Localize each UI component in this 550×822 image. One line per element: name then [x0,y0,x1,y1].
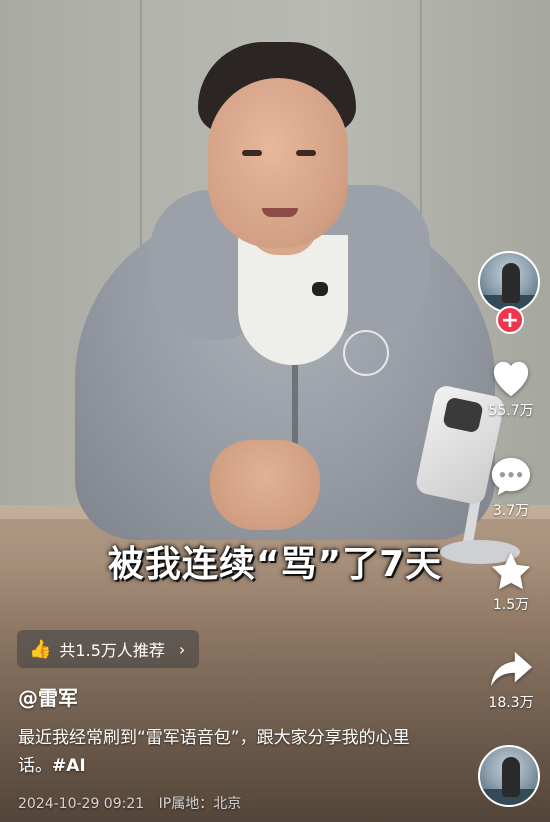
share-arrow-icon [490,651,532,687]
hoodie-logo [343,330,389,376]
chevron-right-icon: › [178,639,186,659]
follow-button[interactable]: + [496,306,524,334]
heart-icon [493,361,529,397]
person-hands [210,440,320,530]
post-meta: 2024-10-29 09:21 IP属地：北京 [18,793,251,813]
star-icon [491,552,531,590]
comment-button[interactable]: 3.7万 [478,454,544,520]
hashtag-link[interactable]: #AI [52,756,86,776]
author-name[interactable]: @雷军 [18,682,78,711]
favorite-count: 1.5万 [492,597,530,613]
favorite-button[interactable]: 1.5万 [478,550,544,614]
video-caption: 被我连续“骂”了7天 [107,544,443,585]
person-face [208,78,348,248]
post-description: 最近我经常刷到“雷军语音包”，跟大家分享我的心里话。#AI [18,724,418,780]
like-button[interactable]: 55.7万 [478,356,544,420]
recommend-label: 共1.5万人推荐 [59,641,165,660]
share-button[interactable]: 18.3万 [478,648,544,712]
author-avatar[interactable] [478,251,540,313]
video-frame[interactable] [0,0,550,822]
recommend-pill[interactable]: 👍 共1.5万人推荐 › [17,630,200,668]
comment-count: 3.7万 [492,503,530,519]
post-timestamp: 2024-10-29 09:21 [18,796,145,812]
like-count: 55.7万 [488,403,534,419]
music-disc-avatar[interactable] [478,745,540,807]
share-count: 18.3万 [488,695,534,711]
comment-icon [491,457,531,496]
ip-location: IP属地：北京 [158,796,242,812]
lapel-mic [312,282,328,296]
thumbs-up-icon: 👍 [29,638,52,660]
